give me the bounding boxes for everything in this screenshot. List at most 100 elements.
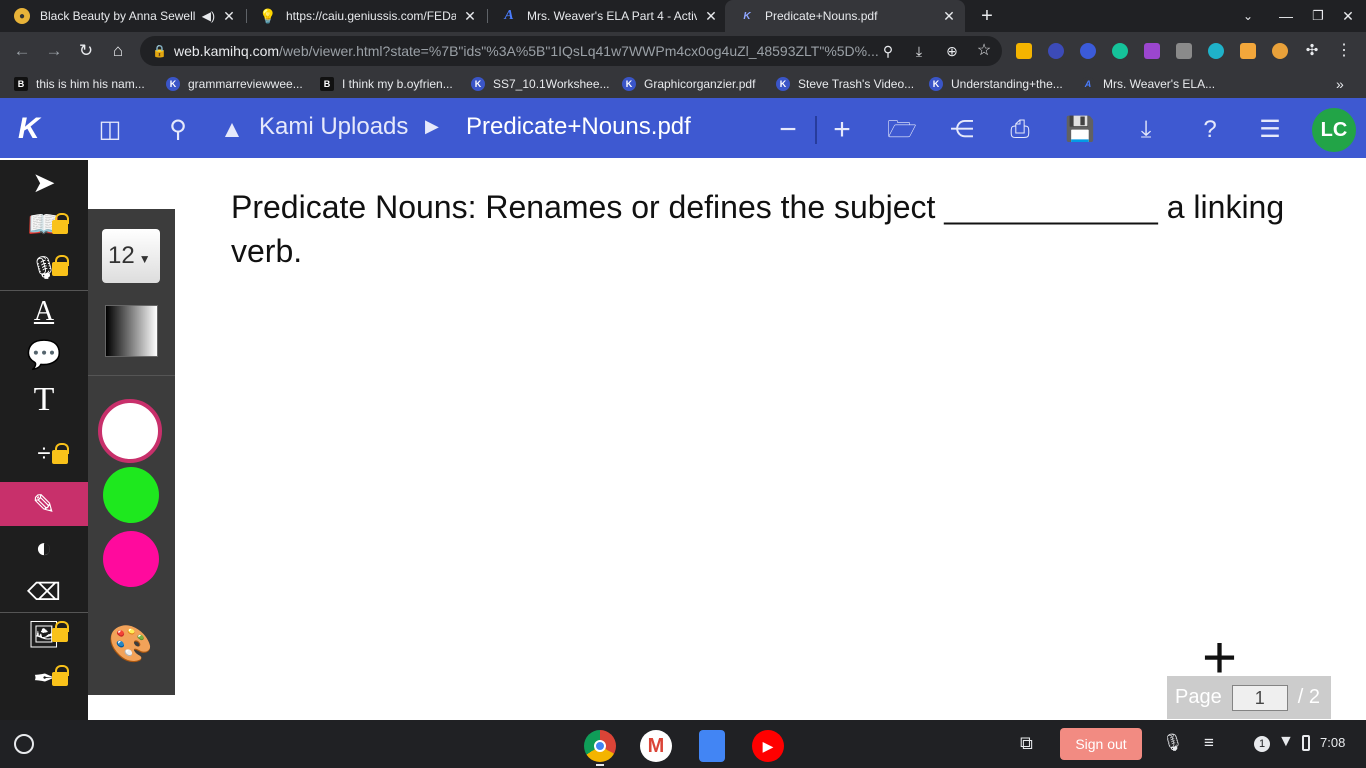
hand-extension-icon[interactable] [1240, 43, 1256, 59]
share-icon[interactable]: ⋲ [946, 116, 978, 144]
media-controls-icon[interactable]: ≡ [1204, 733, 1214, 753]
bookmarks-overflow-icon[interactable]: » [1336, 70, 1344, 98]
bookmark-item[interactable]: K Understanding+the... [929, 70, 1063, 98]
breadcrumb-root[interactable]: Kami Uploads [259, 113, 408, 141]
gmail-app-icon[interactable]: M [640, 730, 672, 762]
equation-tool-icon[interactable]: ÷ [0, 432, 88, 476]
voice-comment-tool-icon[interactable]: 🎙 [0, 246, 88, 290]
image-tool-icon[interactable]: 🖼 [0, 612, 88, 656]
close-tab-icon[interactable]: ✕ [941, 8, 957, 25]
zoom-in-icon[interactable]: + [826, 115, 858, 145]
stroke-size-dropdown[interactable]: 12 ▼ [102, 229, 160, 283]
close-tab-icon[interactable]: ✕ [462, 8, 478, 25]
rw-extension-icon[interactable] [1144, 43, 1160, 59]
shield-extension-icon[interactable] [1208, 43, 1224, 59]
coin-extension-icon[interactable] [1272, 43, 1288, 59]
kami-logo-icon[interactable]: K [18, 112, 40, 146]
help-icon[interactable]: ? [1194, 116, 1226, 144]
zoom-icon[interactable]: ⊕ [940, 39, 964, 63]
bookmark-b-icon: B [14, 77, 28, 91]
user-avatar[interactable]: LC [1312, 108, 1356, 152]
dictionary-tool-icon[interactable]: 📖 [0, 202, 88, 246]
bookmark-kami-icon: K [776, 77, 790, 91]
shapes-tool-icon[interactable]: ◐ [0, 526, 88, 570]
drawing-tool-icon[interactable]: ✎ [0, 482, 88, 526]
chrome-app-center [594, 740, 606, 752]
color-swatch-white[interactable] [98, 399, 162, 463]
print-extension-icon[interactable] [1176, 43, 1192, 59]
kami-header: K ◫ ⚲ ▲ Kami Uploads ▶ Predicate+Nouns.p… [0, 98, 1366, 158]
puzzle-icon[interactable]: ✣ [1300, 39, 1324, 63]
text-tool-icon[interactable]: T [0, 378, 88, 422]
markup-tool-icon[interactable]: A [0, 290, 88, 334]
bookmark-item[interactable]: K SS7_10.1Workshee... [471, 70, 610, 98]
print-icon[interactable]: ⎙ [1004, 116, 1036, 144]
drive-icon[interactable]: ▲ [216, 116, 248, 144]
page-number-input[interactable]: 1 [1231, 684, 1288, 711]
menu-dots-icon[interactable]: ⋮ [1332, 39, 1356, 63]
sign-out-button[interactable]: Sign out [1060, 728, 1142, 760]
color-palette-icon[interactable]: 🎨 [108, 623, 153, 665]
color-swatch-green[interactable] [103, 467, 159, 523]
search-icon[interactable]: ⚲ [162, 116, 194, 144]
tab-geniussis[interactable]: 💡 https://caiu.geniussis.com/FEDashboard… [246, 0, 486, 32]
save-icon[interactable]: 💾 [1064, 116, 1096, 144]
tab-black-beauty[interactable]: ● Black Beauty by Anna Sewell ◀) ✕ [0, 0, 245, 32]
minimize-icon[interactable]: — [1274, 4, 1298, 28]
notification-badge[interactable]: 1 [1254, 736, 1270, 752]
tab-search-icon[interactable]: ⌄ [1236, 4, 1260, 28]
bookmark-item[interactable]: K Graphicorganzier.pdf [622, 70, 755, 98]
reload-icon[interactable]: ↻ [74, 39, 98, 63]
dropdown-caret-icon: ▼ [138, 252, 151, 266]
grammarly-extension-icon[interactable] [1112, 43, 1128, 59]
bookmark-item[interactable]: Kgrammarreviewwee... [166, 70, 303, 98]
classroom-extension-icon[interactable] [1016, 43, 1032, 59]
kami-extension-icon[interactable] [1048, 43, 1064, 59]
hamburger-menu-icon[interactable]: ☰ [1254, 116, 1286, 144]
close-tab-icon[interactable]: ✕ [221, 8, 237, 25]
install-icon[interactable]: ⤓ [907, 39, 931, 63]
lock-icon [52, 443, 69, 464]
bookmark-item[interactable]: Bthis is him his nam... [14, 70, 145, 98]
download-icon[interactable]: ⤓ [1130, 116, 1162, 144]
home-icon[interactable]: ⌂ [106, 39, 130, 63]
forward-icon[interactable]: → [42, 39, 66, 63]
comment-tool-icon[interactable]: 💬 [0, 332, 88, 376]
sidebar-toggle-icon[interactable]: ◫ [94, 116, 126, 144]
select-tool-icon[interactable]: ➤ [0, 160, 88, 204]
signature-tool-icon[interactable]: ✒ [0, 656, 88, 700]
clock[interactable]: 7:08 [1320, 735, 1345, 750]
panel-divider [88, 375, 175, 376]
page-total: / 2 [1297, 686, 1320, 708]
launcher-icon[interactable] [14, 734, 34, 754]
youtube-app-icon[interactable]: ▶ [752, 730, 784, 762]
holding-space-icon[interactable]: ⧉ [1020, 733, 1033, 754]
docs-app-icon[interactable] [699, 730, 725, 762]
zoom-out-icon[interactable]: − [772, 115, 804, 145]
close-window-icon[interactable]: ✕ [1336, 4, 1360, 28]
address-bar[interactable]: 🔒 web.kamihq.com/web/viewer.html?state=%… [140, 36, 1002, 66]
opacity-gradient[interactable] [105, 305, 158, 357]
document-title[interactable]: Predicate+Nouns.pdf [466, 113, 691, 141]
tab-predicate-nouns[interactable]: K Predicate+Nouns.pdf ✕ [725, 0, 965, 32]
microphone-icon[interactable]: 🎙 [1162, 733, 1184, 753]
open-folder-icon[interactable]: 🗁 [886, 116, 918, 144]
c-extension-icon[interactable] [1080, 43, 1096, 59]
back-icon[interactable]: ← [10, 39, 34, 63]
bookmark-item[interactable]: A Mrs. Weaver's ELA... [1081, 70, 1215, 98]
color-swatch-pink[interactable] [103, 531, 159, 587]
lock-icon [52, 213, 69, 234]
bookmark-star-icon[interactable]: ☆ [972, 39, 996, 63]
bookmark-kami-icon: K [622, 77, 636, 91]
close-tab-icon[interactable]: ✕ [703, 8, 719, 25]
bookmark-item[interactable]: K Steve Trash's Video... [776, 70, 914, 98]
location-icon[interactable]: ⚲ [876, 39, 900, 63]
tab-title: Black Beauty by Anna Sewell [40, 9, 196, 23]
tab-weaver-ela[interactable]: A Mrs. Weaver's ELA Part 4 - Activity ✕ [487, 0, 727, 32]
site-favicon-icon: ● [14, 8, 30, 24]
mute-icon[interactable]: ◀) [202, 9, 215, 23]
eraser-tool-icon[interactable]: ⌫ [0, 570, 88, 614]
new-tab-icon[interactable]: + [975, 4, 999, 28]
restore-icon[interactable]: ❐ [1306, 4, 1330, 28]
bookmark-item[interactable]: BI think my b.oyfrien... [320, 70, 453, 98]
